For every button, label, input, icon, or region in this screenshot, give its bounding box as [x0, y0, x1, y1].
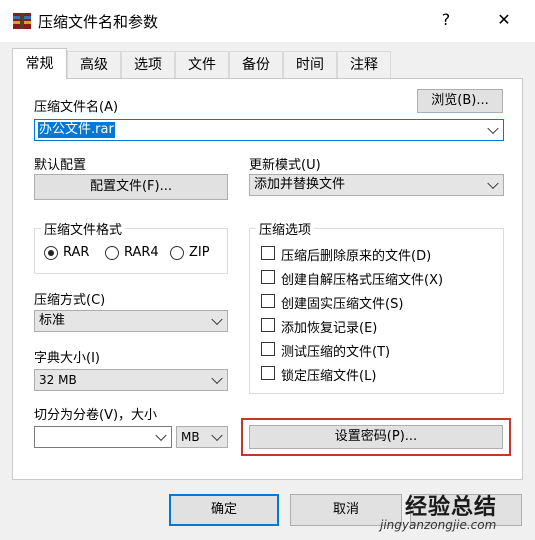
- dictionary-size-select[interactable]: 32 MB: [34, 369, 228, 391]
- split-size-combo[interactable]: [34, 426, 172, 448]
- format-rar-radio[interactable]: [44, 246, 58, 260]
- lock-archive-label[interactable]: 锁定压缩文件(L): [281, 365, 376, 384]
- window-title: 压缩文件名和参数: [38, 13, 159, 31]
- chevron-down-icon: [155, 429, 167, 442]
- test-files-label[interactable]: 测试压缩的文件(T): [281, 341, 390, 360]
- create-sfx-checkbox[interactable]: [261, 270, 275, 284]
- tab-time[interactable]: 时间: [283, 51, 337, 78]
- format-rar-label[interactable]: RAR: [63, 245, 89, 260]
- update-mode-label: 更新模式(U): [249, 158, 321, 173]
- create-solid-label[interactable]: 创建固实压缩文件(S): [281, 293, 403, 312]
- compression-method-label: 压缩方式(C): [34, 293, 106, 308]
- chevron-down-icon: [211, 313, 223, 326]
- archiving-options-title: 压缩选项: [256, 219, 315, 238]
- tab-general[interactable]: 常规: [12, 48, 67, 79]
- split-volumes-label: 切分为分卷(V)，大小: [34, 408, 158, 423]
- close-button[interactable]: ✕: [494, 10, 514, 29]
- tab-files[interactable]: 文件: [175, 51, 229, 78]
- delete-after-checkbox[interactable]: [261, 246, 275, 260]
- split-unit-select[interactable]: MB: [176, 426, 228, 448]
- dictionary-size-label: 字典大小(I): [34, 351, 100, 366]
- chevron-down-icon: [487, 122, 499, 135]
- update-mode-select[interactable]: 添加并替换文件: [249, 174, 504, 196]
- compression-method-value: 标准: [39, 313, 66, 328]
- format-zip-radio[interactable]: [170, 246, 184, 260]
- tab-backup[interactable]: 备份: [229, 51, 283, 78]
- watermark-title: 经验总结: [405, 495, 498, 520]
- compression-method-select[interactable]: 标准: [34, 310, 228, 332]
- update-mode-value: 添加并替换文件: [254, 177, 346, 192]
- delete-after-label[interactable]: 压缩后删除原来的文件(D): [281, 245, 431, 264]
- archive-name-combo[interactable]: 办公文件.rar: [34, 119, 504, 141]
- archive-name-value[interactable]: 办公文件.rar: [38, 122, 115, 138]
- chevron-down-icon: [211, 372, 223, 385]
- chevron-down-icon: [487, 177, 499, 190]
- format-rar4-radio[interactable]: [105, 246, 119, 260]
- tab-options[interactable]: 选项: [121, 51, 175, 78]
- help-button[interactable]: ?: [436, 10, 456, 29]
- watermark-url: jingyanzongjie.com: [380, 518, 497, 532]
- profiles-button[interactable]: 配置文件(F)...: [34, 174, 228, 200]
- create-sfx-label[interactable]: 创建自解压格式压缩文件(X): [281, 269, 443, 288]
- tab-comment[interactable]: 注释: [337, 51, 391, 78]
- dictionary-size-value: 32 MB: [39, 373, 77, 387]
- ok-button[interactable]: 确定: [169, 494, 279, 526]
- recovery-record-label[interactable]: 添加恢复记录(E): [281, 317, 377, 336]
- winrar-app-icon: [13, 13, 31, 29]
- set-password-button[interactable]: 设置密码(P)...: [249, 425, 503, 449]
- test-files-checkbox[interactable]: [261, 342, 275, 356]
- tab-advanced[interactable]: 高级: [67, 51, 121, 78]
- recovery-record-checkbox[interactable]: [261, 318, 275, 332]
- archive-format-title: 压缩文件格式: [41, 219, 126, 238]
- format-zip-label[interactable]: ZIP: [189, 245, 210, 260]
- archive-name-label: 压缩文件名(A): [34, 100, 119, 115]
- browse-button[interactable]: 浏览(B)...: [417, 89, 503, 113]
- lock-archive-checkbox[interactable]: [261, 366, 275, 380]
- format-rar4-label[interactable]: RAR4: [124, 245, 159, 260]
- create-solid-checkbox[interactable]: [261, 294, 275, 308]
- chevron-down-icon: [211, 429, 223, 442]
- default-profile-label: 默认配置: [34, 158, 87, 173]
- split-unit-value: MB: [181, 430, 200, 444]
